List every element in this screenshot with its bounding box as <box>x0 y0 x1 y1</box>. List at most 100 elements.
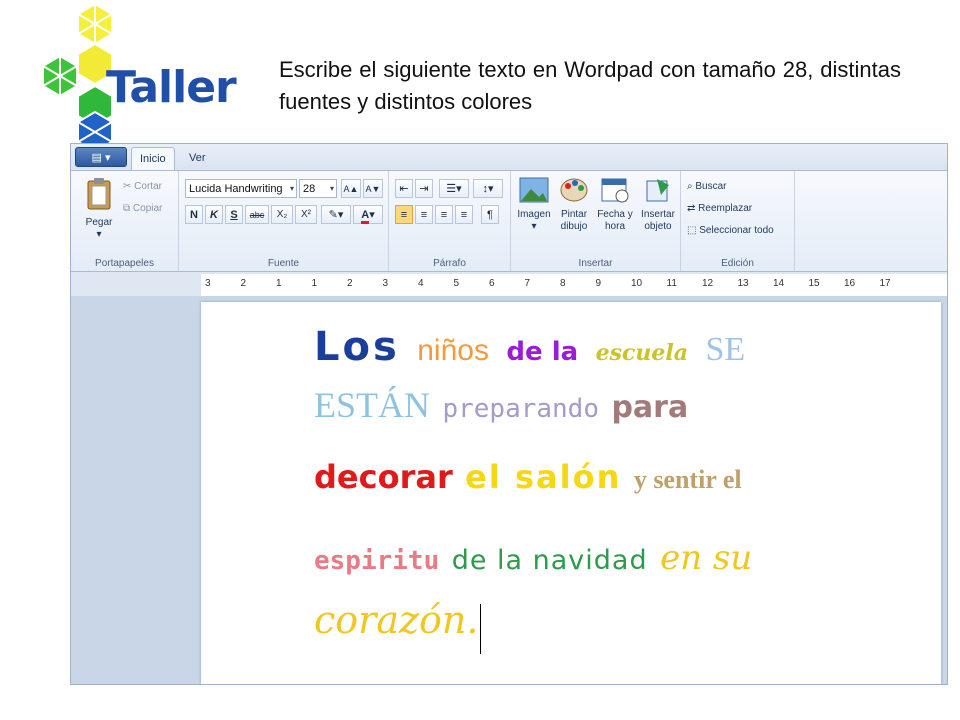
doc-line-2: ESTÁN preparando para <box>314 384 696 426</box>
ruler[interactable]: 3 2 1 1 2 3 4 5 6 7 8 9 10 11 12 13 14 15 16 17 <box>201 274 947 297</box>
doc-line-4: espiritu de la navidad en su <box>314 538 760 578</box>
doc-word: Los <box>314 324 400 370</box>
paint-drawing-label: Pintar dibujo <box>560 209 588 232</box>
paste-button[interactable]: Pegar ▾ <box>79 177 119 241</box>
ruler-label: 4 <box>418 278 424 289</box>
doc-word: niños <box>417 334 489 367</box>
chevron-down-icon: ▾ <box>531 221 537 232</box>
shrink-font-button[interactable]: A▼ <box>363 179 383 198</box>
date-time-label: Fecha y hora <box>597 209 633 232</box>
group-portapapeles: Pegar ▾ ✂ Cortar ⧉ Copiar Portapapeles <box>71 171 179 271</box>
select-all-icon: ⬚ <box>687 225 700 236</box>
ruler-label: 6 <box>489 278 495 289</box>
justify-icon[interactable]: ≡ <box>455 205 473 224</box>
font-size-select[interactable]: 28 ▾ <box>299 179 337 198</box>
ruler-label: 16 <box>844 278 856 289</box>
date-time-button[interactable]: Fecha y hora <box>595 177 635 233</box>
increase-indent-icon[interactable]: ⇥ <box>415 179 433 198</box>
taller-logo: Taller <box>0 0 250 152</box>
group-edicion: ⌕ Buscar ⇄ Reemplazar ⬚ Seleccionar todo… <box>681 171 795 271</box>
doc-word: el salón <box>465 458 622 496</box>
group-parrafo: ⇤ ⇥ ☰▾ ↕▾ ≡ ≡ ≡ ≡ ¶ Párrafo <box>389 171 511 271</box>
replace-button[interactable]: ⇄ Reemplazar <box>687 201 752 217</box>
bold-button[interactable]: N <box>185 205 203 224</box>
select-all-button[interactable]: ⬚ Seleccionar todo <box>687 223 774 239</box>
italic-button[interactable]: K <box>205 205 223 224</box>
doc-word: espiritu <box>314 546 440 576</box>
object-icon <box>646 179 669 202</box>
grow-font-button[interactable]: A▲ <box>341 179 361 198</box>
ruler-label: 10 <box>631 278 643 289</box>
doc-line-1: Los niños de la escuela SE <box>314 324 753 370</box>
insert-image-label: Imagen <box>517 209 551 220</box>
doc-line-3: decorar el salón y sentir el <box>314 458 750 496</box>
decrease-indent-icon[interactable]: ⇤ <box>395 179 413 198</box>
ruler-label: 1 <box>276 278 282 289</box>
select-all-label: Seleccionar todo <box>699 225 774 236</box>
insert-object-label: Insertar objeto <box>641 209 675 232</box>
paint-drawing-button[interactable]: Pintar dibujo <box>555 177 593 233</box>
logo-text: Taller <box>106 62 237 113</box>
highlight-color-button[interactable]: ✎▾ <box>321 205 351 224</box>
ruler-label: 3 <box>382 278 389 289</box>
find-button[interactable]: ⌕ Buscar <box>687 179 727 195</box>
app-menu-button[interactable]: ▤ ▾ <box>75 147 127 167</box>
bullet-list-icon[interactable]: ☰▾ <box>439 179 469 198</box>
ruler-label: 12 <box>702 278 714 289</box>
instruction-text: Escribe el siguiente texto en Wordpad co… <box>279 57 901 114</box>
ruler-label: 3 <box>205 278 211 289</box>
tab-inicio[interactable]: Inicio <box>131 147 175 170</box>
group-label-fuente: Fuente <box>267 258 300 269</box>
chevron-down-icon: ▾ <box>289 184 294 193</box>
paragraph-icon[interactable]: ¶ <box>481 205 499 224</box>
group-label-portapapeles: Portapapeles <box>95 258 154 269</box>
doc-word: para <box>611 390 689 425</box>
text-color-icon: A <box>361 209 370 224</box>
align-right-icon[interactable]: ≡ <box>435 205 453 224</box>
doc-word: ESTÁN <box>314 385 430 425</box>
ruler-label: 11 <box>666 278 677 289</box>
ruler-label: 7 <box>524 278 531 289</box>
wordpad-window: ▤ ▾ Inicio Ver Pegar ▾ ✂ Cortar ⧉ Copiar… <box>70 143 948 685</box>
align-center-icon[interactable]: ≡ <box>415 205 433 224</box>
ruler-label: 5 <box>453 278 460 289</box>
subscript-button[interactable]: X₂ <box>271 205 293 224</box>
insert-image-button[interactable]: Imagen ▾ <box>515 177 553 233</box>
tab-ver[interactable]: Ver <box>181 147 214 170</box>
copy-icon: ⧉ <box>123 203 133 214</box>
doc-word: preparando <box>442 394 599 424</box>
group-label-parrafo: Párrafo <box>433 258 466 269</box>
align-left-icon[interactable]: ≡ <box>395 205 413 224</box>
doc-word: de la <box>506 337 579 367</box>
doc-word: escuela <box>595 340 689 366</box>
insert-object-button[interactable]: Insertar objeto <box>637 177 679 233</box>
underline-button[interactable]: S <box>225 205 243 224</box>
cut-button[interactable]: ✂ Cortar <box>123 179 162 195</box>
doc-word: SE <box>705 331 746 368</box>
copy-label: Copiar <box>132 203 163 214</box>
doc-word: decorar <box>314 458 453 496</box>
ruler-label: 8 <box>560 278 566 289</box>
highlighter-icon: ✎▾ <box>328 209 344 221</box>
document-page[interactable]: Los niños de la escuela SE ESTÁN prepara… <box>201 302 941 684</box>
find-label: Buscar <box>695 181 727 192</box>
ribbon-tabs: ▤ ▾ Inicio Ver <box>71 144 947 170</box>
line-spacing-icon[interactable]: ↕▾ <box>473 179 503 198</box>
copy-button[interactable]: ⧉ Copiar <box>123 201 162 217</box>
scissors-icon: ✂ <box>123 181 135 192</box>
ruler-label: 1 <box>311 278 318 289</box>
ruler-label: 14 <box>773 278 785 289</box>
group-insertar: Imagen ▾ Pintar dibujo Fecha y hora Inse… <box>511 171 681 271</box>
font-name-select[interactable]: Lucida Handwriting ▾ <box>185 179 297 198</box>
palette-icon <box>560 178 588 202</box>
text-color-button[interactable]: A▾ <box>353 205 383 224</box>
strikethrough-button[interactable]: abc <box>245 205 269 224</box>
doc-line-5: corazón. <box>314 598 482 654</box>
image-icon <box>519 177 549 203</box>
doc-word: en su <box>660 538 753 578</box>
paste-label: Pegar <box>85 217 113 228</box>
ruler-label: 2 <box>347 278 353 289</box>
font-name-value: Lucida Handwriting <box>189 183 283 195</box>
superscript-button[interactable]: X² <box>295 205 317 224</box>
group-label-edicion: Edición <box>721 258 754 269</box>
